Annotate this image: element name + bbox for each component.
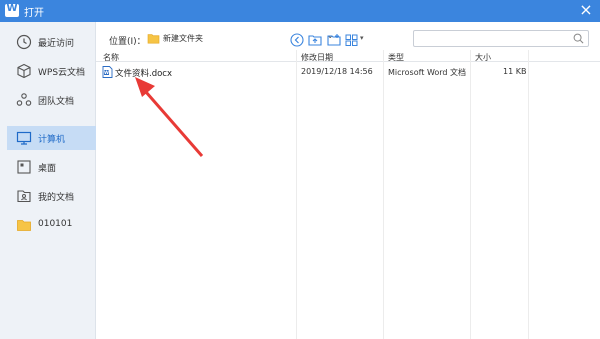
new-folder-icon[interactable] <box>327 33 341 47</box>
window-title: 打开 <box>24 8 44 19</box>
sidebar-item-label: 桌面 <box>38 164 57 174</box>
column-size[interactable]: 大小 <box>475 52 491 63</box>
column-type[interactable]: 类型 <box>388 52 404 63</box>
sidebar-item-label: 团队文档 <box>38 97 75 107</box>
wps-logo-icon: W <box>5 3 19 17</box>
sidebar-item-label: 最近访问 <box>38 39 75 49</box>
view-grid-icon[interactable] <box>345 33 359 47</box>
cube-icon <box>17 63 31 79</box>
toolbar: 位置(I)： 新建文件夹 ⌄ ▾ <box>96 22 600 50</box>
column-divider <box>470 50 471 339</box>
file-type: Microsoft Word 文档 <box>388 68 467 77</box>
search-input[interactable] <box>413 30 589 47</box>
column-name[interactable]: 名称 <box>103 52 119 63</box>
column-divider <box>528 50 529 339</box>
file-size: 11 KB <box>503 67 527 76</box>
team-icon <box>16 93 32 106</box>
back-icon[interactable] <box>290 33 304 47</box>
sidebar-item-label: WPS云文档 <box>38 68 86 78</box>
clock-icon <box>16 34 32 50</box>
monitor-icon <box>16 131 32 145</box>
column-divider <box>383 50 384 339</box>
word-document-icon: W <box>102 66 113 78</box>
view-dropdown-icon[interactable]: ▾ <box>360 34 364 42</box>
location-dropdown[interactable]: 新建文件夹 ⌄ <box>145 30 334 48</box>
column-divider <box>296 50 297 339</box>
desktop-icon <box>17 160 31 174</box>
sidebar: 最近访问 WPS云文档 团队文档 计算机 桌面 我的文档 010101 <box>0 22 117 339</box>
close-icon[interactable]: × <box>576 1 596 21</box>
folder-icon <box>147 34 160 44</box>
column-modified[interactable]: 修改日期 <box>301 52 333 63</box>
title-bar: W 打开 × <box>0 0 600 22</box>
sidebar-item-label: 010101 <box>38 219 73 229</box>
svg-text:W: W <box>104 70 109 76</box>
my-documents-icon <box>17 190 31 203</box>
folder-icon <box>17 220 31 231</box>
list-header: 名称 修改日期 类型 大小 <box>96 50 600 62</box>
sidebar-item-label: 我的文档 <box>38 193 75 203</box>
up-folder-icon[interactable] <box>308 33 322 47</box>
file-modified: 2019/12/18 14:56 <box>301 67 373 76</box>
location-label: 位置(I)： <box>109 37 146 47</box>
location-value: 新建文件夹 <box>163 34 203 43</box>
sidebar-item-label: 计算机 <box>38 135 66 145</box>
search-icon <box>573 33 584 44</box>
red-arrow-annotation <box>135 77 204 157</box>
